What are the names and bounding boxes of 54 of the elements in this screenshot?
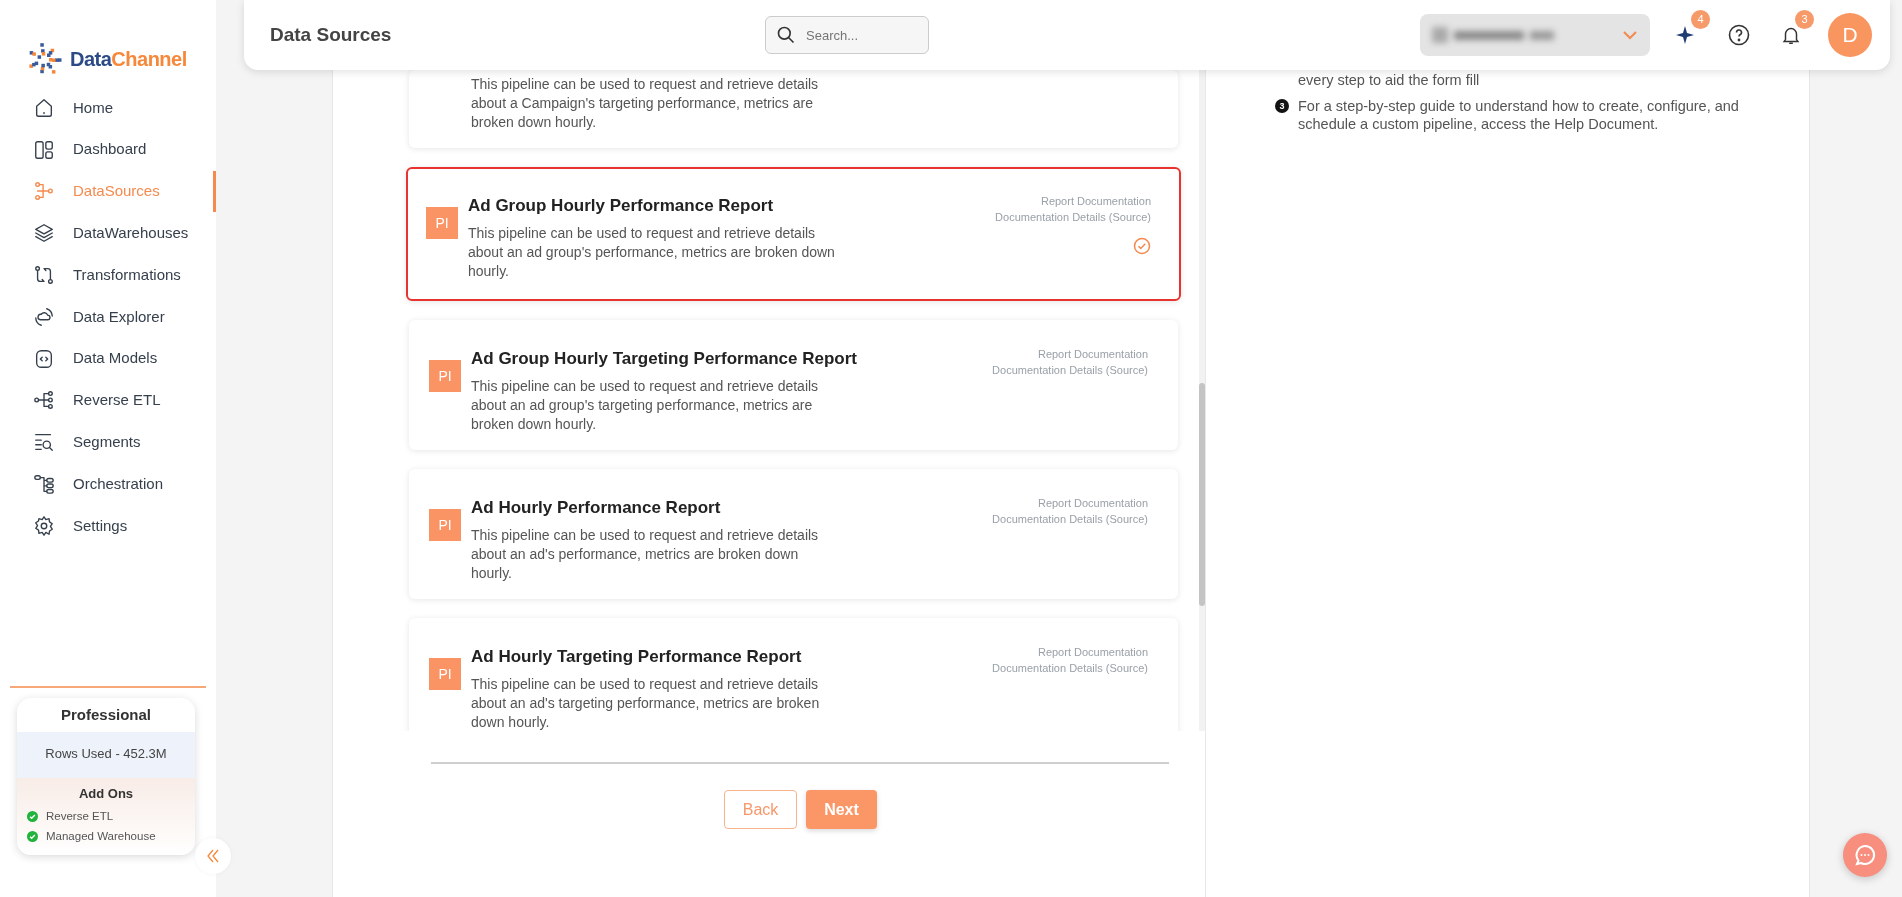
pipeline-card[interactable]: This pipeline can be used to request and retrieve details about a Campaign's targeting performance, metrics are broken down hourly. <box>409 70 1178 148</box>
pipeline-description: This pipeline can be used to request and retrieve details about an ad's performance, metrics are broken down hourly. <box>471 525 820 583</box>
count-badge: 4 <box>1691 10 1710 29</box>
pipeline-title: Ad Hourly Performance Report <box>471 497 722 519</box>
nav-item[interactable]: Transformations <box>0 254 216 296</box>
rows-used-text: Rows Used - 452.3M <box>17 731 195 778</box>
help-icon <box>1727 23 1751 47</box>
pipeline-description: This pipeline can be used to request and retrieve details about a Campaign's targeting performance, metrics are broken down hourly. <box>471 75 820 132</box>
count-badge: 3 <box>1795 10 1814 29</box>
plan-title: Professional <box>60 705 152 725</box>
cloud-sync-icon <box>33 305 55 328</box>
logo-text: DataChannel <box>70 47 187 72</box>
pipeline-description: This pipeline can be used to request and retrieve details about an ad group's targeting performance, metrics are broken down hourly. <box>471 376 820 434</box>
nav-item[interactable]: Reverse ETL <box>0 379 216 422</box>
nav-item[interactable]: Data Models <box>0 337 216 380</box>
code-file-icon <box>33 347 55 370</box>
pipeline-badge: PI <box>429 658 461 690</box>
pipeline-badge: PI <box>429 360 461 392</box>
nav-item[interactable]: Segments <box>0 421 216 464</box>
add-ons-title: Add Ons <box>77 785 135 803</box>
page-title: Data Sources <box>270 23 393 47</box>
guide-text: every step to aid the form fill <box>1298 71 1480 89</box>
logo-icon <box>26 42 62 76</box>
scrollbar-thumb[interactable] <box>1199 383 1205 606</box>
pipeline-title: Ad Group Hourly Performance Report <box>468 195 775 217</box>
pipeline-title: Ad Hourly Targeting Performance Report <box>471 646 803 668</box>
layers-icon <box>33 222 55 245</box>
search-field[interactable]: Search... <box>765 16 929 54</box>
pipeline-badge: PI <box>429 509 461 541</box>
pipeline-title: Ad Group Hourly Targeting Performance Report <box>471 348 858 370</box>
step-number: 3 <box>1275 99 1289 113</box>
guide-text: For a step-by-step guide to understand how to create, configure, and schedule a custom pipeline, access the Help Document. <box>1298 97 1740 133</box>
dashboard-icon <box>33 138 55 161</box>
list-search-icon <box>33 431 55 454</box>
nav-item[interactable]: DataWarehouses <box>0 212 216 255</box>
add-on-label: Managed Warehouse <box>46 828 156 844</box>
double-chevron-left-icon <box>205 848 221 864</box>
home-icon <box>33 96 55 119</box>
nav-item[interactable]: Data Explorer <box>0 296 216 338</box>
flow-icon <box>33 473 55 496</box>
nav-item[interactable]: Home <box>0 87 216 129</box>
nav-item[interactable]: Orchestration <box>0 463 216 505</box>
add-on-label: Reverse ETL <box>46 808 114 824</box>
branch-icon <box>33 180 55 203</box>
hierarchy-icon <box>33 389 55 412</box>
pipeline-badge: PI <box>426 207 458 239</box>
check-circle-icon <box>1133 237 1151 255</box>
pipeline-description: This pipeline can be used to request and retrieve details about an ad's targeting performance, metrics are broken down hourly. <box>471 674 821 731</box>
nav-item[interactable]: Settings <box>0 504 216 547</box>
pipeline-description: This pipeline can be used to request and retrieve details about an ad group's performance, metrics are broken down hourly. <box>468 223 836 281</box>
nav-item[interactable]: Dashboard <box>0 128 216 171</box>
swap-icon <box>33 264 55 287</box>
chat-bubble-icon <box>1853 843 1877 867</box>
settings-icon <box>33 514 55 537</box>
